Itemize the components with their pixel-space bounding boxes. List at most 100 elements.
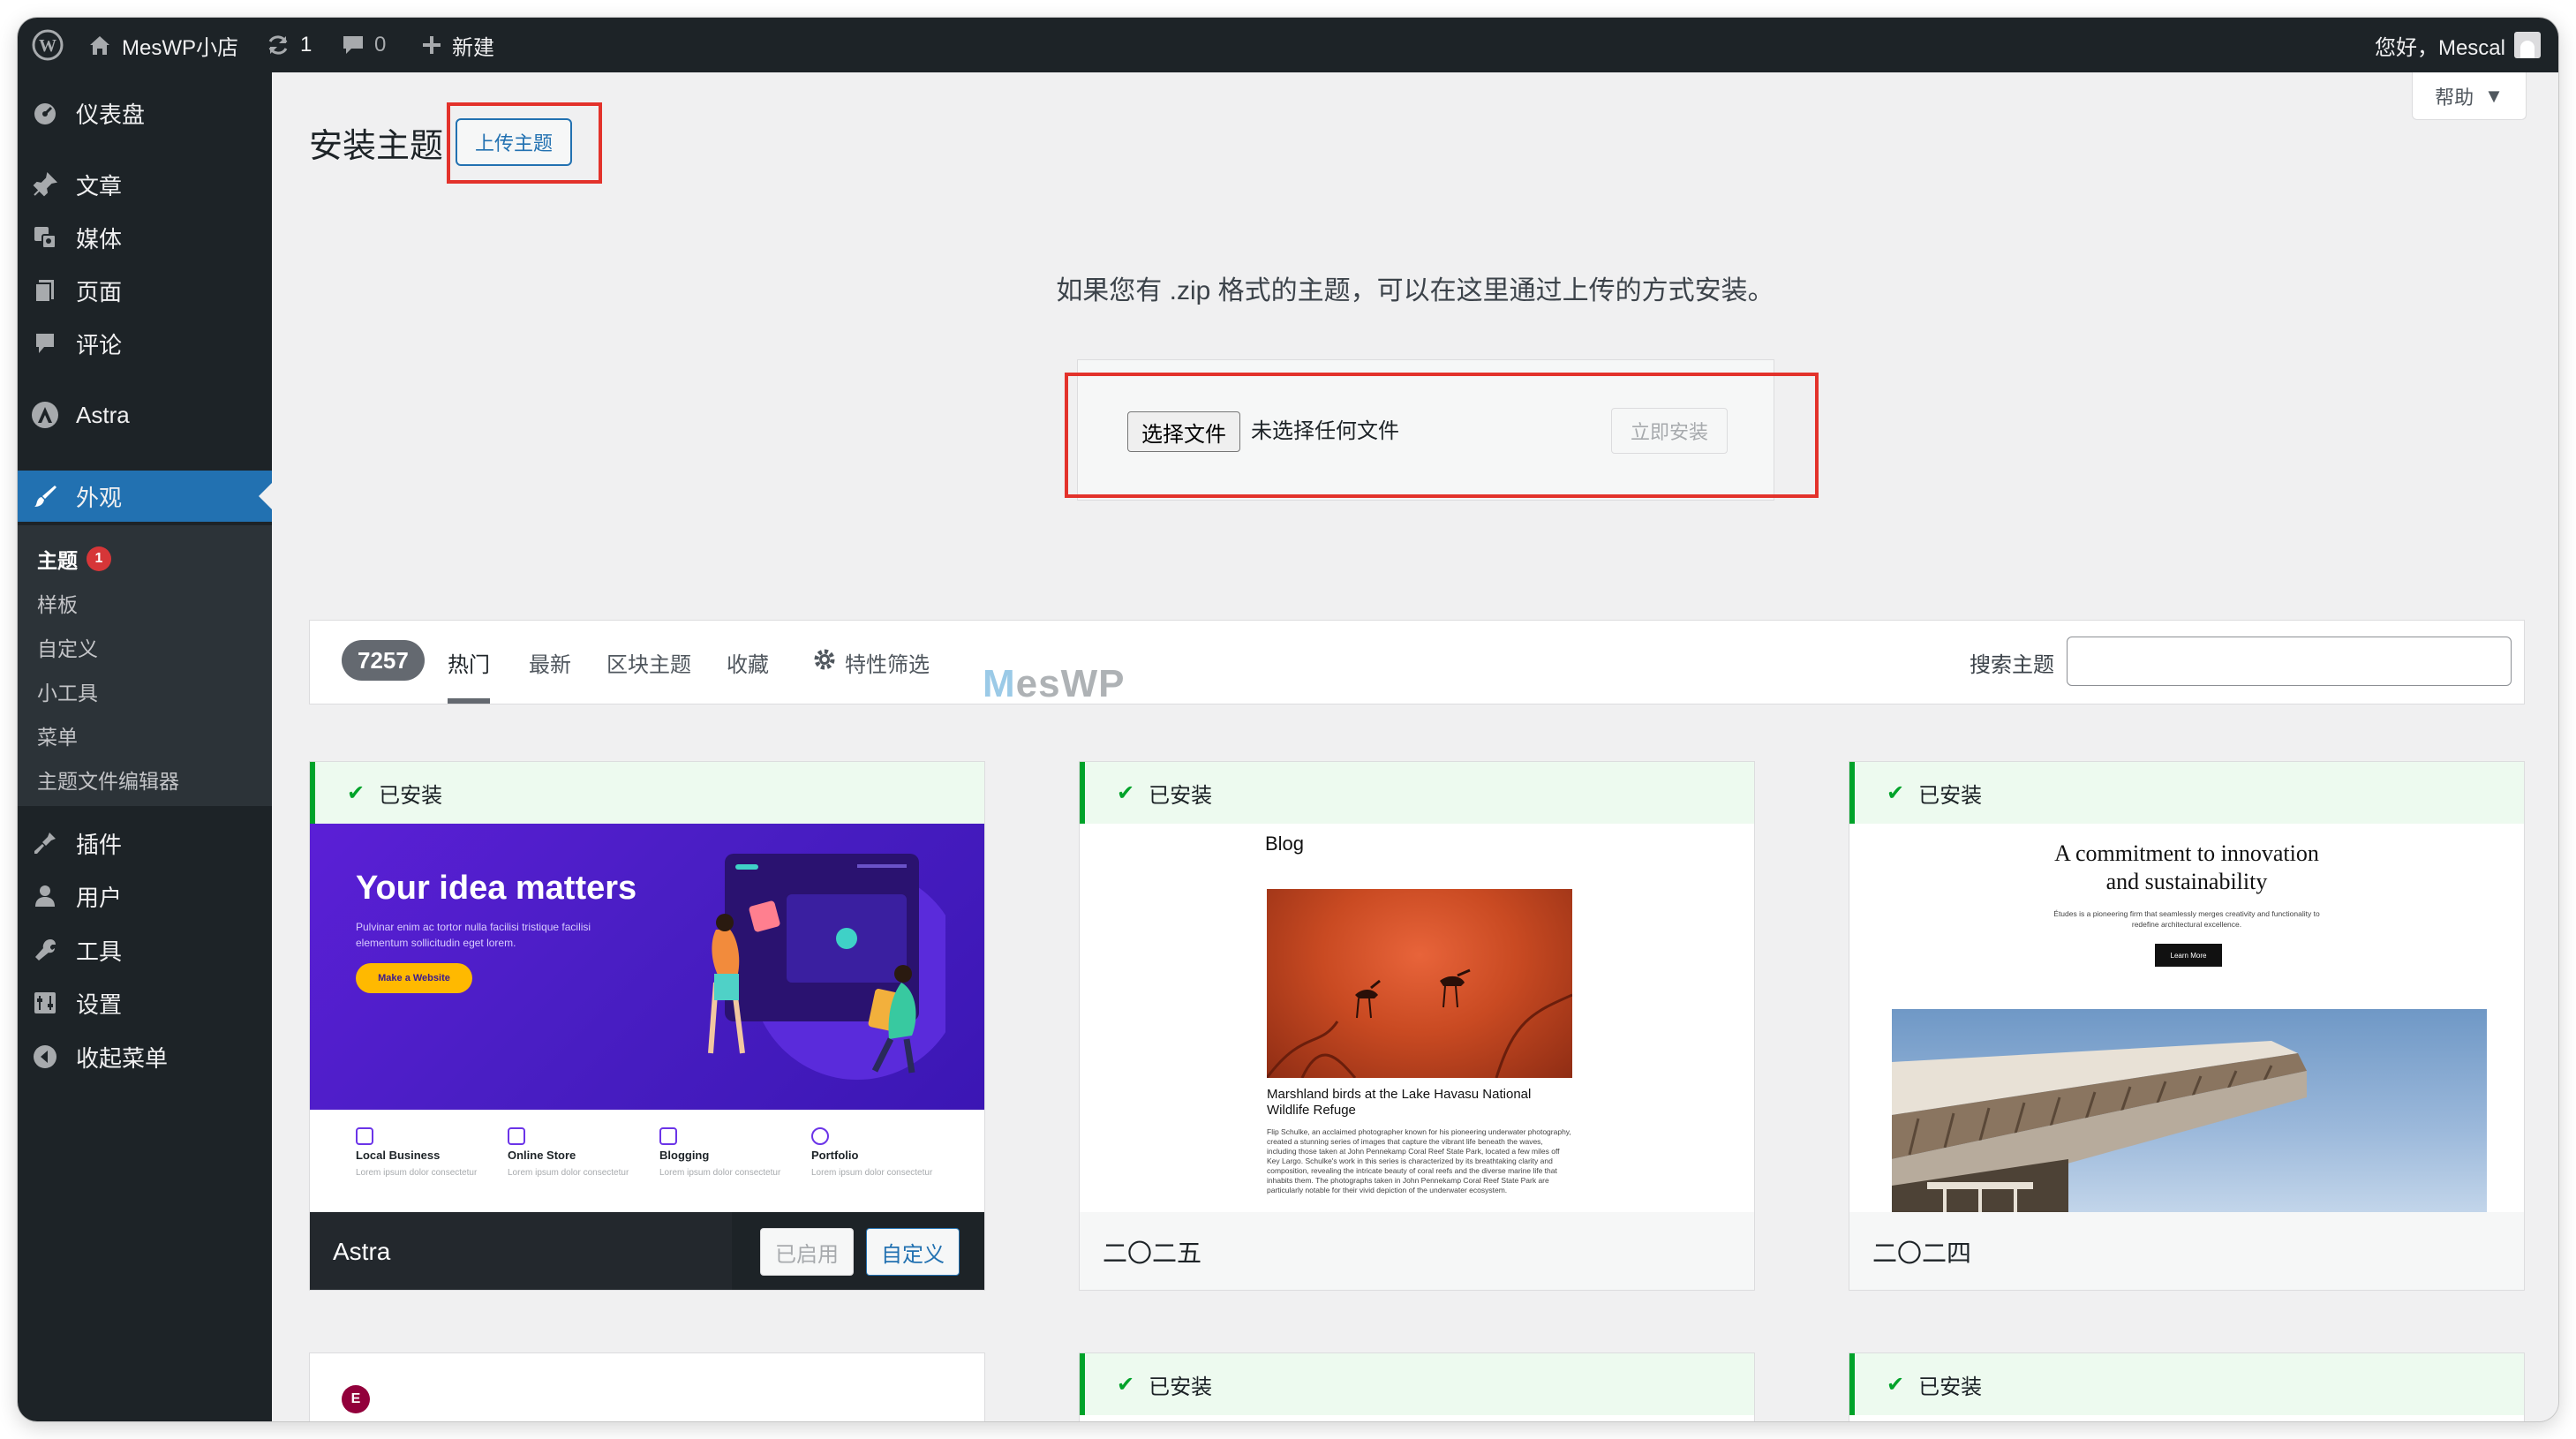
submenu-menus[interactable]: 菜单 [37, 720, 78, 751]
submenu-themes[interactable]: 主题 1 [37, 543, 111, 575]
tab-favorites[interactable]: 收藏 [727, 642, 769, 682]
service-label: Blogging [659, 1149, 710, 1162]
menu-posts[interactable]: 文章 [18, 159, 272, 210]
choose-file-button[interactable]: 选择文件 [1127, 411, 1240, 452]
appearance-submenu: 主题 1 样板 自定义 小工具 菜单 主题文件编辑器 [18, 525, 272, 806]
theme-card-astra[interactable]: ✔ 已安装 Your idea matters Pulvinar enim ac… [309, 761, 985, 1291]
bag-icon [508, 1127, 525, 1145]
theme-count: 7257 [342, 640, 425, 681]
updates-link[interactable]: 1 [265, 18, 312, 72]
menu-comments[interactable]: 评论 [18, 318, 272, 369]
activated-button[interactable]: 已启用 [760, 1228, 854, 1276]
menu-label: 插件 [76, 831, 123, 858]
theme-filter-bar: 7257 热门 最新 区块主题 收藏 特性筛选 搜索主题 [309, 620, 2525, 704]
account-menu[interactable]: 您好，Mescal [2375, 18, 2541, 72]
customize-button[interactable]: 自定义 [866, 1228, 960, 1276]
menu-label: 页面 [76, 278, 123, 305]
theme-card[interactable]: ✔ 已安装 [1079, 1352, 1755, 1421]
collapse-icon [30, 1042, 60, 1072]
help-tab-button[interactable]: 帮助 ▼ [2412, 72, 2527, 120]
checkmark-icon: ✔ [1887, 780, 1905, 805]
submenu-theme-file-editor[interactable]: 主题文件编辑器 [37, 764, 179, 795]
active-tab-underline [448, 698, 490, 704]
menu-label: 媒体 [76, 225, 123, 252]
theme-card[interactable]: ✔ 已安装 [1849, 1352, 2525, 1421]
menu-media[interactable]: 媒体 [18, 212, 272, 263]
page-title: 安装主题 [309, 128, 444, 165]
menu-astra[interactable]: Astra [18, 389, 272, 441]
menu-label: 文章 [76, 172, 123, 200]
user-icon [30, 881, 60, 911]
illustration-graphic [708, 854, 945, 1080]
menu-dashboard[interactable]: 仪表盘 [18, 87, 272, 139]
menu-label: 外观 [76, 484, 123, 511]
tab-block-themes[interactable]: 区块主题 [606, 642, 691, 682]
new-label: 新建 [452, 35, 494, 60]
theme-screenshot[interactable]: Your idea matters Pulvinar enim ac torto… [310, 824, 984, 1212]
menu-appearance[interactable]: 外观 [18, 471, 272, 522]
watermark-prefix: M [983, 662, 1016, 705]
installed-label: 已安装 [1918, 783, 1983, 808]
search-themes-input[interactable] [2067, 637, 2512, 686]
tab-popular[interactable]: 热门 [448, 642, 490, 682]
upload-theme-button[interactable]: 上传主题 [456, 118, 572, 166]
main-content: 安装主题 上传主题 帮助 ▼ 如果您有 .zip 格式的主题，可以在这里通过上传… [272, 72, 2558, 1421]
submenu-label: 主题文件编辑器 [37, 770, 179, 793]
preview-title-line2: and sustainability [2105, 869, 2268, 894]
theme-screenshot[interactable]: A commitment to innovation and sustainab… [1849, 824, 2524, 1212]
watermark-rest: esWP [1015, 662, 1126, 705]
new-content-link[interactable]: 新建 [420, 18, 494, 72]
pen-icon [659, 1127, 677, 1145]
menu-settings[interactable]: 设置 [18, 977, 272, 1028]
preview-text: Pulvinar enim ac tortor nulla facilisi t… [356, 921, 591, 949]
preview-blog-title: Blog [1265, 833, 1305, 855]
theme-card-twentytwentyfour[interactable]: ✔ 已安装 A commitment to innovation and sus… [1849, 761, 2525, 1291]
submenu-widgets[interactable]: 小工具 [37, 675, 98, 707]
menu-plugins[interactable]: 插件 [18, 817, 272, 869]
meswp-watermark: MesWP [983, 662, 1125, 706]
update-badge: 1 [87, 546, 111, 571]
theme-screenshot[interactable]: Blog Marshland birds at the Lake Havasu … [1080, 824, 1754, 1212]
installed-label: 已安装 [1149, 1375, 1213, 1399]
avatar [2514, 32, 2541, 58]
wordpress-logo-icon[interactable]: W [32, 18, 64, 72]
checkmark-icon: ✔ [1117, 780, 1135, 805]
menu-users[interactable]: 用户 [18, 870, 272, 922]
page-icon [30, 275, 60, 305]
submenu-patterns[interactable]: 样板 [37, 587, 78, 619]
menu-label: 评论 [76, 331, 123, 358]
check-circle-icon [811, 1127, 829, 1145]
help-label: 帮助 [2435, 86, 2474, 109]
menu-tools[interactable]: 工具 [18, 924, 272, 976]
astra-icon [30, 400, 60, 430]
menu-collapse[interactable]: 收起菜单 [18, 1031, 272, 1082]
submenu-customize[interactable]: 自定义 [37, 631, 98, 663]
plugin-icon [30, 828, 60, 858]
submenu-label: 菜单 [37, 726, 78, 749]
theme-name: 二〇二四 [1872, 1239, 1972, 1267]
preview-image [1892, 1009, 2487, 1212]
preview-button: Learn More [2155, 944, 2222, 967]
refresh-icon [265, 32, 291, 58]
tab-latest[interactable]: 最新 [529, 642, 571, 682]
svg-text:W: W [39, 36, 56, 56]
service-label: Local Business [356, 1149, 441, 1162]
tab-feature-filter[interactable]: 特性筛选 [813, 642, 930, 682]
install-now-button[interactable]: 立即安装 [1611, 408, 1728, 454]
site-name: MesWP小店 [122, 35, 238, 60]
dashboard-icon [30, 98, 60, 128]
greeting: 您好，Mescal [2374, 35, 2505, 60]
browser-window: W MesWP小店 1 0 新建 您好，Mescal 仪表盘 文章 媒体 页面 … [18, 18, 2558, 1421]
comments-link[interactable]: 0 [341, 18, 386, 72]
theme-name: 二〇二五 [1103, 1239, 1202, 1267]
settings-icon [30, 988, 60, 1018]
menu-label: 仪表盘 [76, 101, 146, 128]
building-graphic [1892, 1041, 2307, 1212]
menu-pages[interactable]: 页面 [18, 265, 272, 316]
brush-icon [30, 481, 60, 511]
installed-label: 已安装 [379, 783, 443, 808]
theme-card[interactable]: E [309, 1352, 985, 1421]
theme-card-twentytwentyfive[interactable]: ✔ 已安装 Blog Marshland birds at the Lake H… [1079, 761, 1755, 1291]
installed-notice: ✔ 已安装 [1849, 1353, 2524, 1415]
site-name-link[interactable]: MesWP小店 [87, 18, 238, 72]
